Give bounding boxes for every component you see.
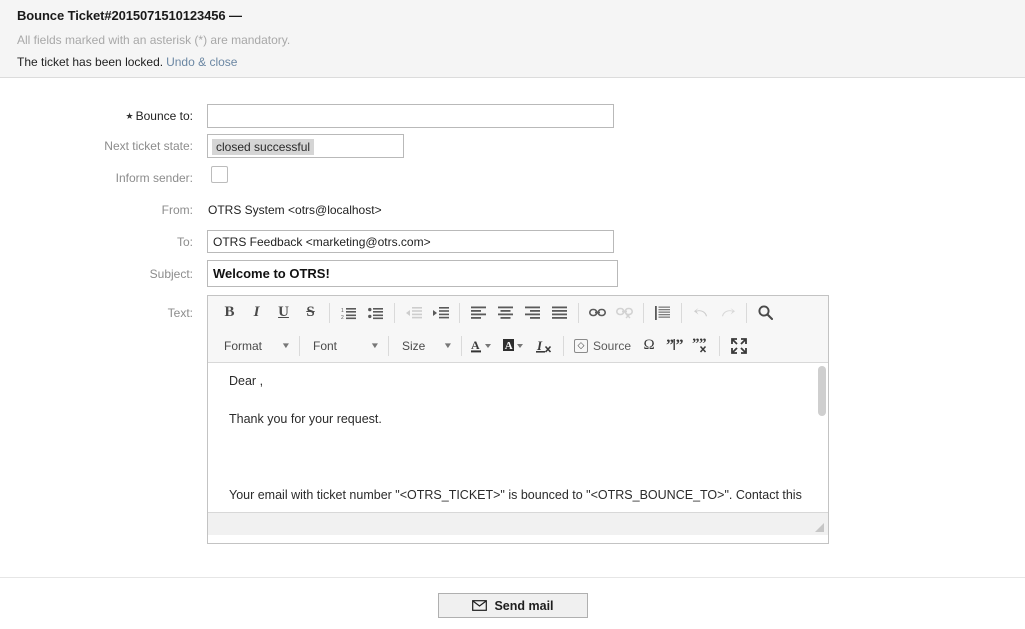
find-icon[interactable] <box>752 301 779 325</box>
svg-text:2: 2 <box>341 315 344 320</box>
toolbar-separator <box>394 302 395 323</box>
to-label: To: <box>176 235 193 249</box>
svg-text:A: A <box>505 340 513 352</box>
subject-input[interactable] <box>207 260 618 287</box>
bounce-to-label: ★ Bounce to: <box>0 109 193 123</box>
envelope-icon <box>472 600 488 611</box>
omega-glyph: Ω <box>643 337 655 353</box>
svg-text:1: 1 <box>341 308 344 314</box>
editor-scrollbar-thumb[interactable] <box>818 366 826 416</box>
page-title: Bounce Ticket#2015071510123456 — <box>17 8 242 23</box>
align-left-icon[interactable] <box>465 301 492 325</box>
bold-icon[interactable]: B <box>216 301 243 325</box>
chevron-down-icon: ▼ <box>369 341 381 350</box>
ticket-locked-message: The ticket has been locked. Undo & close <box>17 55 237 69</box>
editor-paragraph: Your email with ticket number "<OTRS_TIC… <box>229 488 802 502</box>
maximize-icon[interactable] <box>725 334 752 358</box>
inform-sender-checkbox[interactable] <box>211 166 228 183</box>
numbered-list-icon[interactable]: 12 <box>335 301 362 325</box>
send-mail-button-label: Send mail <box>494 598 554 613</box>
from-value: OTRS System <otrs@localhost> <box>208 203 382 217</box>
increase-indent-icon[interactable] <box>427 301 454 325</box>
toolbar-separator <box>643 302 644 323</box>
to-input[interactable] <box>207 230 614 253</box>
align-center-icon[interactable] <box>492 301 519 325</box>
toolbar-separator <box>299 335 300 356</box>
format-dropdown-label: Format <box>224 338 263 353</box>
undo-icon <box>687 301 714 325</box>
editor-footer <box>208 513 828 535</box>
toolbar-separator <box>461 335 462 356</box>
link-icon[interactable] <box>584 301 611 325</box>
strikethrough-icon[interactable]: S <box>297 301 324 325</box>
editor-scrollbar[interactable] <box>818 366 826 510</box>
resize-handle-icon[interactable] <box>815 523 824 532</box>
text-label: Text: <box>167 306 193 320</box>
bounce-to-label-text: Bounce to: <box>135 109 193 123</box>
bounce-to-input[interactable] <box>207 104 614 128</box>
footer-divider <box>0 577 1025 578</box>
mandatory-fields-note: All fields marked with an asterisk (*) a… <box>17 33 291 47</box>
toolbar-separator <box>746 302 747 323</box>
editor-paragraph: Dear , <box>229 374 264 388</box>
editor-toolbar-row-1: B I U S 12 <box>208 296 828 329</box>
next-ticket-state-selected-option[interactable]: closed successful <box>212 139 315 155</box>
format-dropdown[interactable]: Format ▼ <box>216 334 294 358</box>
source-button[interactable]: ◇ Source <box>569 334 636 358</box>
svg-text:A: A <box>471 338 480 352</box>
toolbar-separator <box>329 302 330 323</box>
required-asterisk-icon: ★ <box>125 111 134 121</box>
subject-label: Subject: <box>149 267 193 281</box>
size-dropdown[interactable]: Size ▼ <box>394 334 456 358</box>
italic-icon[interactable]: I <box>243 301 270 325</box>
source-button-label: Source <box>593 338 632 353</box>
send-mail-button[interactable]: Send mail <box>438 593 588 618</box>
toolbar-separator <box>719 335 721 356</box>
background-color-icon[interactable]: A <box>499 334 531 358</box>
decrease-indent-icon <box>400 301 427 325</box>
align-right-icon[interactable] <box>519 301 546 325</box>
underline-icon[interactable]: U <box>270 301 297 325</box>
editor-toolbar-row-2: Format ▼ Font ▼ Size ▼ A A I ◇ Source Ω … <box>208 329 828 362</box>
svg-text:I: I <box>536 338 543 353</box>
unlink-icon <box>611 301 638 325</box>
editor-toolbar: B I U S 12 Format ▼ Font ▼ Size ▼ A A I … <box>208 296 828 363</box>
font-dropdown-label: Font <box>313 338 338 353</box>
next-ticket-state-select[interactable]: closed successful <box>207 134 404 158</box>
svg-text:”: ” <box>666 338 674 353</box>
source-code-icon: ◇ <box>574 338 588 353</box>
editor-content-area[interactable]: Dear , Thank you for your request. Your … <box>208 363 828 513</box>
align-justify-icon[interactable] <box>546 301 573 325</box>
size-dropdown-label: Size <box>402 338 426 353</box>
bulleted-list-icon[interactable] <box>362 301 389 325</box>
font-dropdown[interactable]: Font ▼ <box>305 334 383 358</box>
toolbar-separator <box>388 335 389 356</box>
toolbar-separator <box>459 302 460 323</box>
remove-format-icon[interactable]: I <box>531 334 558 358</box>
text-color-icon[interactable]: A <box>467 334 499 358</box>
chevron-down-icon: ▼ <box>280 341 292 350</box>
inform-sender-label: Inform sender: <box>115 171 193 185</box>
chevron-down-icon: ▼ <box>442 341 454 350</box>
redo-icon <box>714 301 741 325</box>
ticket-locked-text: The ticket has been locked. <box>17 55 164 69</box>
toolbar-separator <box>578 302 579 323</box>
blockquote-icon[interactable] <box>649 301 676 325</box>
next-ticket-state-label: Next ticket state: <box>104 139 193 153</box>
svg-text:”: ” <box>676 338 684 353</box>
toolbar-separator <box>681 302 682 323</box>
rich-text-editor: B I U S 12 Format ▼ Font ▼ Size ▼ A A I … <box>207 295 829 544</box>
insert-citation-icon[interactable]: ”” <box>662 334 688 358</box>
toolbar-separator <box>563 335 564 356</box>
page-header: Bounce Ticket#2015071510123456 — All fie… <box>0 0 1025 78</box>
from-label: From: <box>161 203 193 217</box>
special-character-icon[interactable]: Ω <box>636 334 662 358</box>
editor-paragraph: Thank you for your request. <box>229 412 382 426</box>
undo-and-close-link[interactable]: Undo & close <box>166 55 237 69</box>
remove-citation-icon[interactable]: ”” <box>688 334 714 358</box>
